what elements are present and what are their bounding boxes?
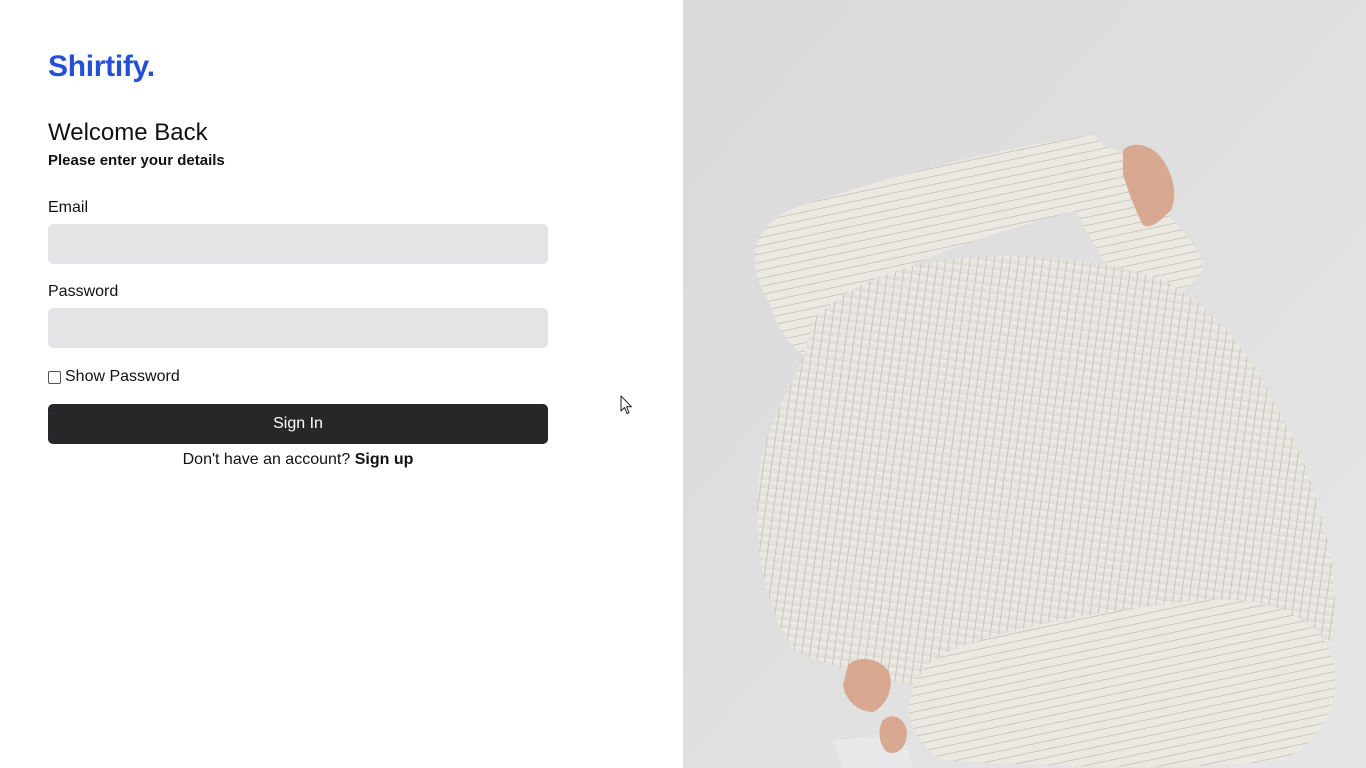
signup-prompt-row: Don't have an account? Sign up [48,451,548,469]
email-label: Email [48,199,89,216]
password-field[interactable] [48,308,548,348]
hero-image-panel [683,0,1366,768]
login-panel: Shirtify. Welcome Back Please enter your… [0,0,683,768]
show-password-row[interactable]: Show Password [48,368,180,386]
sweater-photo [683,0,1366,768]
mouse-pointer-icon [620,395,632,414]
signup-prompt-text: Don't have an account? [182,451,351,468]
page-subtitle: Please enter your details [48,152,225,169]
show-password-label[interactable]: Show Password [65,368,180,386]
email-field[interactable] [48,224,548,264]
password-label: Password [48,283,119,300]
page-title: Welcome Back [48,119,208,146]
sign-in-button[interactable]: Sign In [48,404,548,444]
brand-logo[interactable]: Shirtify. [48,50,155,84]
sign-up-link[interactable]: Sign up [355,451,414,468]
show-password-checkbox[interactable] [48,370,61,384]
